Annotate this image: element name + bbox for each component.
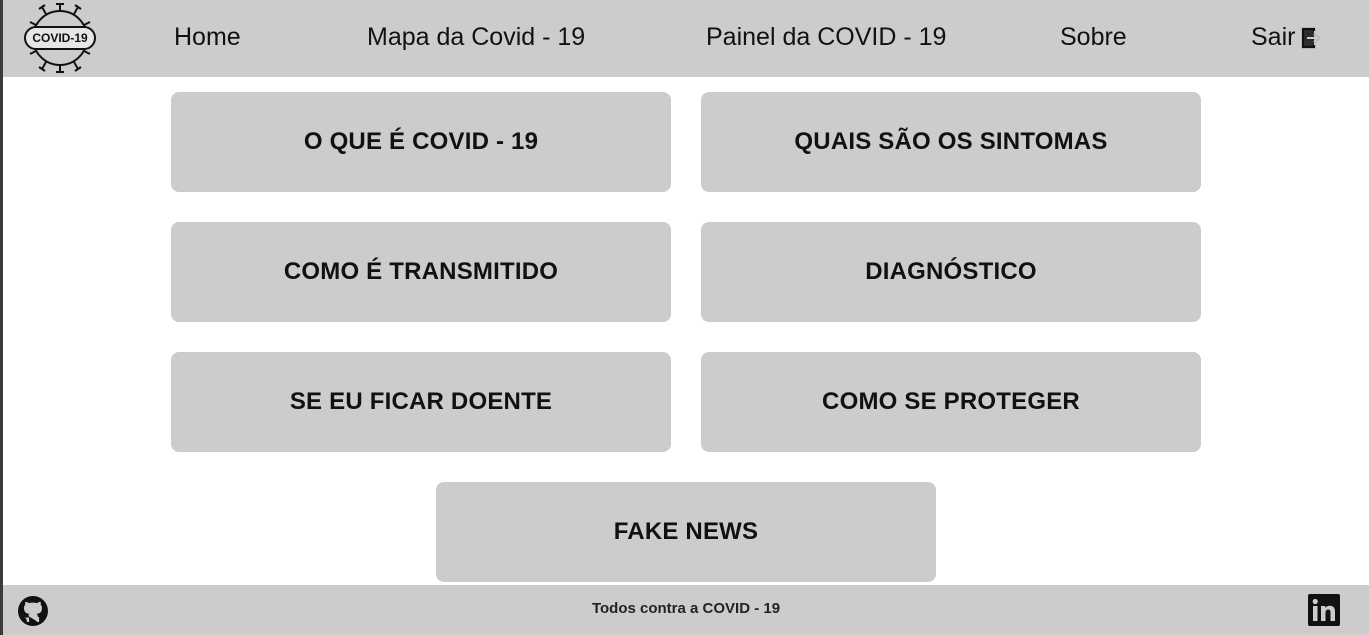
topic-o-que-e-covid-button[interactable]: O QUE É COVID - 19 — [171, 92, 671, 192]
topic-label: DIAGNÓSTICO — [865, 258, 1037, 285]
topic-sintomas-button[interactable]: QUAIS SÃO OS SINTOMAS — [701, 92, 1201, 192]
topic-label: COMO É TRANSMITIDO — [283, 258, 559, 285]
topic-diagnostico-button[interactable]: DIAGNÓSTICO — [701, 222, 1201, 322]
topic-label: FAKE NEWS — [613, 518, 759, 545]
topic-como-se-proteger-button[interactable]: COMO SE PROTEGER — [701, 352, 1201, 452]
footer: Todos contra a COVID - 19 — [3, 585, 1369, 635]
exit-icon[interactable] — [1301, 27, 1321, 49]
logo-text: COVID-19 — [32, 31, 88, 45]
topic-transmissao-button[interactable]: COMO É TRANSMITIDO — [171, 222, 671, 322]
topic-label: COMO SE PROTEGER — [822, 388, 1080, 415]
topic-label: QUAIS SÃO OS SINTOMAS — [794, 128, 1108, 155]
topic-fake-news-button[interactable]: FAKE NEWS — [436, 482, 936, 582]
topic-label: SE EU FICAR DOENTE — [289, 388, 553, 415]
nav-sobre[interactable]: Sobre — [1060, 0, 1127, 77]
nav-painel-covid[interactable]: Painel da COVID - 19 — [706, 0, 946, 77]
topic-label: O QUE É COVID - 19 — [303, 128, 539, 155]
covid-logo[interactable]: COVID-19 — [23, 2, 97, 74]
nav-sair[interactable]: Sair — [1251, 0, 1295, 77]
top-navbar: COVID-19 Home Mapa da Covid - 19 Painel … — [3, 0, 1369, 77]
nav-mapa-covid[interactable]: Mapa da Covid - 19 — [367, 0, 585, 77]
window-left-edge — [0, 0, 3, 635]
footer-text: Todos contra a COVID - 19 — [591, 600, 781, 617]
linkedin-icon[interactable] — [1308, 594, 1340, 626]
nav-home[interactable]: Home — [174, 0, 241, 77]
topic-se-ficar-doente-button[interactable]: SE EU FICAR DOENTE — [171, 352, 671, 452]
